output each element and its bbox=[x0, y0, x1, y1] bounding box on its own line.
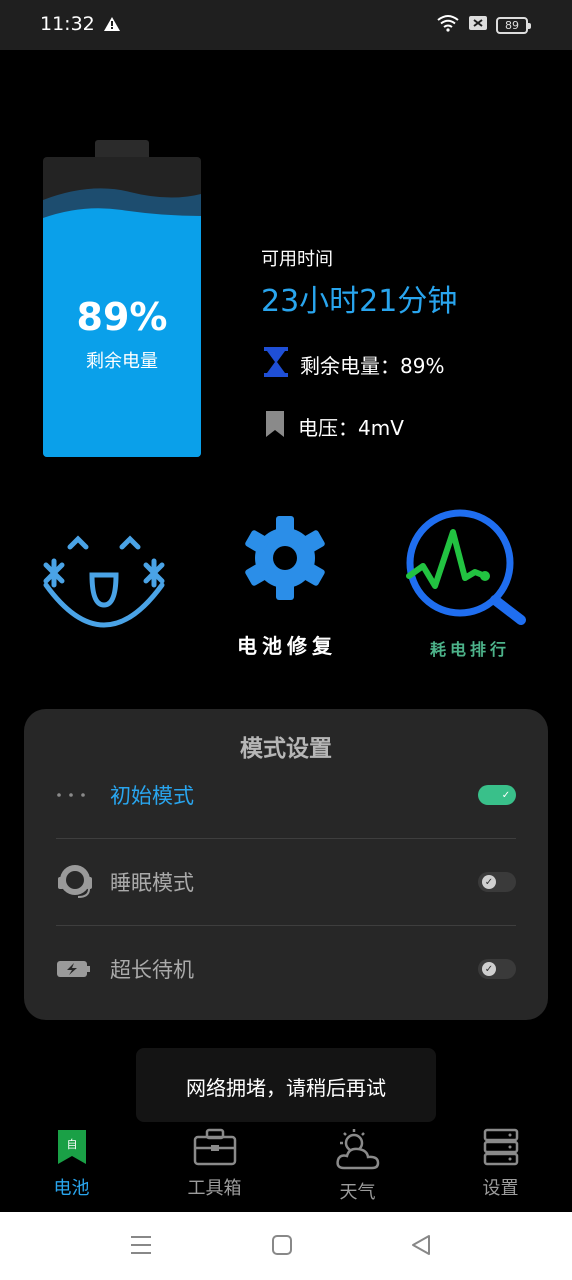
voltage-row: 电压：4mV bbox=[264, 410, 404, 443]
mode-toggle-sleep[interactable]: ✓ bbox=[478, 872, 516, 892]
mode-toggle-initial[interactable]: ✓ bbox=[478, 785, 516, 805]
gear-icon bbox=[240, 516, 330, 605]
mode-row-sleep[interactable]: 睡眠模式 ✓ bbox=[56, 857, 516, 907]
menu-icon[interactable] bbox=[129, 1234, 153, 1260]
mode-toggle-standby[interactable]: ✓ bbox=[478, 959, 516, 979]
nav-label: 工具箱 bbox=[187, 1178, 242, 1199]
dots-icon bbox=[56, 792, 96, 798]
battery-repair-label[interactable]: 电池修复 bbox=[232, 630, 342, 659]
mode-label: 超长待机 bbox=[110, 958, 194, 982]
toast-text: 网络拥堵，请稍后再试 bbox=[186, 1076, 386, 1100]
available-time-label: 可用时间 bbox=[261, 249, 333, 270]
nav-settings[interactable]: 设置 bbox=[429, 1128, 572, 1200]
battery-charging-icon bbox=[56, 959, 96, 979]
battery-status-icon: 89 bbox=[496, 16, 531, 34]
battery-repair-button[interactable] bbox=[240, 515, 330, 605]
home-icon[interactable] bbox=[271, 1234, 293, 1260]
voltage-text: 电压：4mV bbox=[298, 416, 404, 440]
mode-row-initial[interactable]: 初始模式 ✓ bbox=[56, 770, 516, 820]
check-icon: ✓ bbox=[501, 789, 511, 801]
warning-icon bbox=[103, 16, 121, 36]
hourglass-icon bbox=[262, 346, 290, 383]
smiley-face-icon[interactable] bbox=[40, 535, 168, 639]
divider bbox=[56, 925, 516, 926]
wifi-icon bbox=[436, 14, 460, 36]
battery-graphic: 89% 剩余电量 bbox=[43, 140, 201, 457]
mode-settings-card: 模式设置 初始模式 ✓ 睡眠模式 ✓ 超长待机 ✓ bbox=[24, 709, 548, 1020]
back-icon[interactable] bbox=[410, 1234, 432, 1260]
battery-bookmark-icon: 自 bbox=[56, 1128, 88, 1170]
nav-label: 设置 bbox=[482, 1178, 519, 1199]
available-time-value: 23小时21分钟 bbox=[261, 284, 458, 319]
headset-icon bbox=[56, 863, 96, 901]
toast: 网络拥堵，请稍后再试 bbox=[136, 1048, 436, 1122]
nav-battery[interactable]: 自 电池 bbox=[0, 1128, 143, 1200]
battery-percent: 89% bbox=[76, 295, 168, 339]
bookmark-icon bbox=[264, 410, 286, 443]
power-analysis-icon[interactable] bbox=[405, 508, 530, 630]
status-bar: 11:32 89 bbox=[0, 0, 572, 50]
check-icon: ✓ bbox=[482, 875, 496, 889]
status-icons: 89 bbox=[436, 14, 531, 36]
divider bbox=[56, 838, 516, 839]
mode-row-standby[interactable]: 超长待机 ✓ bbox=[56, 944, 516, 994]
mode-label: 初始模式 bbox=[110, 784, 194, 808]
nav-toolbox[interactable]: 工具箱 bbox=[143, 1128, 286, 1200]
mode-label: 睡眠模式 bbox=[110, 871, 194, 895]
weather-icon bbox=[334, 1128, 382, 1174]
system-nav-bar bbox=[0, 1212, 572, 1280]
no-sim-icon bbox=[468, 14, 488, 36]
check-icon: ✓ bbox=[482, 962, 496, 976]
battery-label: 剩余电量 bbox=[86, 351, 158, 372]
nav-weather[interactable]: 天气 bbox=[286, 1128, 429, 1204]
server-icon bbox=[483, 1128, 519, 1170]
battery-body: 89% 剩余电量 bbox=[43, 157, 201, 457]
nav-label: 电池 bbox=[53, 1178, 90, 1199]
toolbox-icon bbox=[193, 1128, 237, 1170]
power-ranking-label[interactable]: 耗电排行 bbox=[420, 636, 520, 660]
remaining-text: 剩余电量：89% bbox=[300, 354, 445, 378]
remaining-row: 剩余电量：89% bbox=[262, 346, 444, 383]
nav-label: 天气 bbox=[339, 1182, 376, 1203]
status-time: 11:32 bbox=[40, 13, 95, 35]
svg-text:自: 自 bbox=[66, 1138, 77, 1151]
mode-settings-title: 模式设置 bbox=[240, 736, 332, 762]
